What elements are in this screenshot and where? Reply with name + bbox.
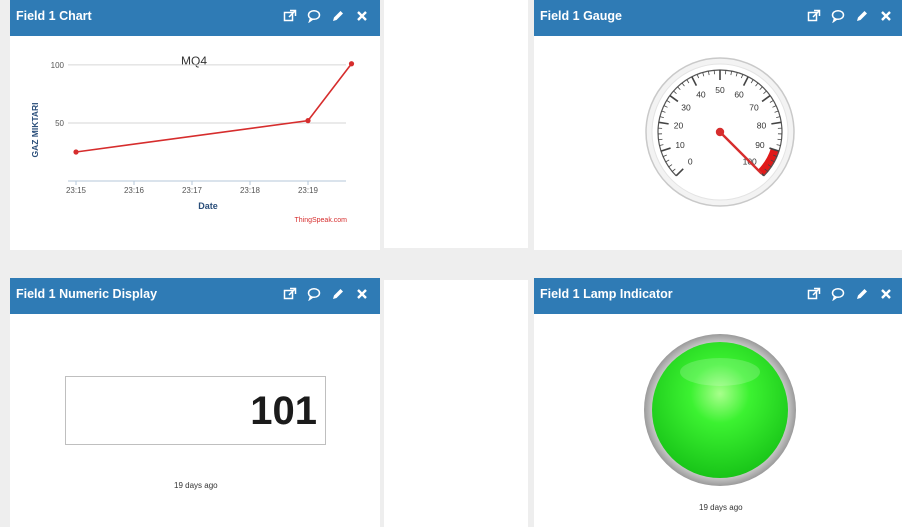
gauge-tick-label: 50 [715,85,725,95]
gauge-tick-label: 20 [674,120,684,130]
numeric-value: 101 [250,389,317,433]
numeric-card: Field 1 Numeric Display 101 19 days ago [10,278,380,527]
x-tick-label: 23:16 [124,186,145,195]
card-header: Field 1 Lamp Indicator [534,278,902,314]
chart-credit[interactable]: ThingSpeak.com [294,217,347,224]
gauge-tick-label: 70 [749,102,759,112]
gauge-tick-label: 30 [681,102,691,112]
y-axis-label: GAZ MIKTARI [30,102,40,157]
gauge-tick-label: 0 [688,157,693,167]
card-header: Field 1 Chart [10,0,380,36]
gauge-tick-label: 80 [757,120,767,130]
x-tick-label: 23:17 [182,186,203,195]
lamp-card: Field 1 Lamp Indicator 19 days ago [534,278,902,527]
line-chart: MQ4 50 100 23:15 23:16 23:17 23:18 23:19 Date GAZ… [30,54,355,224]
updated-time: 19 days ago [174,481,218,490]
data-point [73,149,79,155]
card-title: Field 1 Lamp Indicator [540,287,673,301]
comment-icon[interactable] [831,9,847,25]
close-icon[interactable] [879,9,895,25]
lamp-highlight [680,358,760,386]
numeric-display: 101 [65,376,326,445]
comment-icon[interactable] [307,9,323,25]
data-point [305,118,311,124]
gauge: 0102030405060708090100 [645,57,795,207]
data-point [348,61,355,67]
close-icon[interactable] [355,287,371,303]
pencil-icon[interactable] [855,287,871,303]
gauge-tick-label: 60 [734,90,744,100]
card-title: Field 1 Gauge [540,9,622,23]
external-link-icon[interactable] [807,9,823,25]
comment-icon[interactable] [307,287,323,303]
x-axis-label: Date [198,201,218,211]
comment-icon[interactable] [831,287,847,303]
lamp-indicator [644,334,796,486]
y-tick-label: 100 [51,61,65,70]
gauge-tick-label: 10 [675,140,685,150]
series-line [75,63,353,153]
gauge-tick-label: 40 [696,90,706,100]
x-tick-label: 23:15 [66,186,87,195]
card-header: Field 1 Numeric Display [10,278,380,314]
gauge-minor-tick [777,138,782,141]
card-title: Field 1 Chart [16,9,92,23]
gutter [0,248,902,280]
pencil-icon[interactable] [331,287,347,303]
x-tick-label: 23:18 [240,186,261,195]
gauge-card: Field 1 Gauge 0102030405060708090100 [534,0,902,250]
gauge-pivot [715,127,725,137]
updated-time: 19 days ago [699,503,743,512]
close-icon[interactable] [355,9,371,25]
card-title: Field 1 Numeric Display [16,287,158,301]
card-header: Field 1 Gauge [534,0,902,36]
pencil-icon[interactable] [331,9,347,25]
gauge-tick-label: 90 [755,140,765,150]
chart-card: Field 1 Chart MQ4 50 100 23:15 23:16 23:17 23:… [10,0,380,250]
external-link-icon[interactable] [283,9,299,25]
x-tick-label: 23:19 [298,186,319,195]
external-link-icon[interactable] [807,287,823,303]
chart-title: MQ4 [181,54,207,68]
gauge-minor-tick [658,138,663,141]
y-tick-label: 50 [55,119,64,128]
external-link-icon[interactable] [283,287,299,303]
pencil-icon[interactable] [855,9,871,25]
close-icon[interactable] [879,287,895,303]
